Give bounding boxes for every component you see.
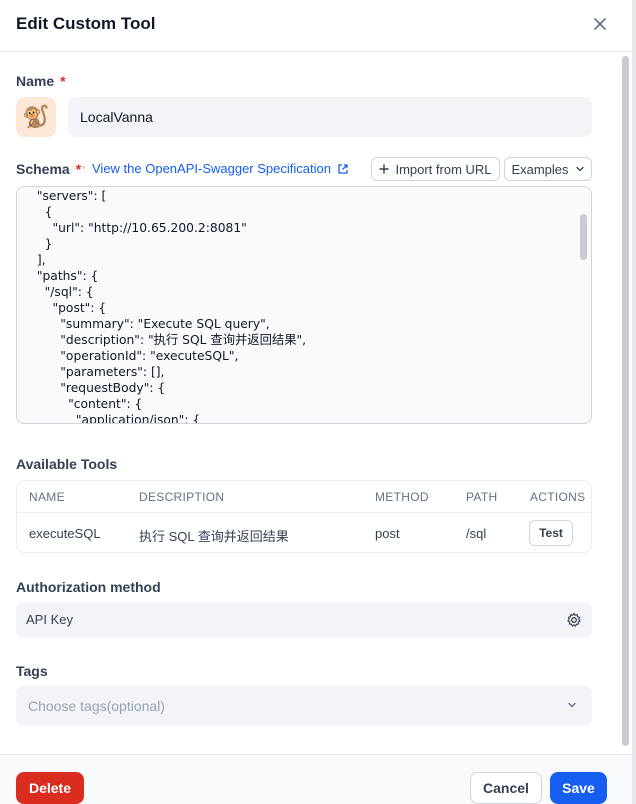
tags-label: Tags: [16, 663, 48, 679]
plus-icon: [379, 164, 390, 174]
close-button[interactable]: [590, 14, 610, 34]
import-button-label: Import from URL: [395, 161, 492, 177]
available-tools-label: Available Tools: [16, 456, 118, 472]
column-header-method: METHOD: [375, 490, 429, 504]
monkey-avatar-icon: 🐒: [22, 104, 50, 129]
chevron-down-icon: [575, 166, 584, 172]
schema-editor[interactable]: "servers": [ { "url": "http://10.65.200.…: [16, 186, 592, 424]
authorization-label: Authorization method: [16, 579, 161, 595]
window-edge: [632, 0, 636, 804]
edit-custom-tool-dialog: Edit Custom Tool Name * 🐒 LocalVanna Sche…: [0, 0, 632, 804]
dialog-title: Edit Custom Tool: [16, 14, 156, 33]
close-icon: [594, 18, 606, 30]
gear-icon[interactable]: [566, 612, 582, 628]
dialog-header: Edit Custom Tool: [0, 0, 632, 52]
column-header-name: NAME: [29, 490, 65, 504]
schema-code: "servers": [ { "url": "http://10.65.200.…: [36, 189, 307, 424]
cancel-button[interactable]: Cancel: [470, 772, 542, 804]
schema-editor-scrollbar[interactable]: [580, 214, 587, 260]
name-input[interactable]: LocalVanna: [68, 97, 592, 137]
import-from-url-button[interactable]: Import from URL: [371, 157, 500, 181]
tool-method-cell: post: [375, 526, 400, 541]
tools-table: NAME DESCRIPTION METHOD PATH ACTIONS exe…: [16, 480, 592, 553]
name-label: Name *: [16, 73, 66, 89]
tool-avatar[interactable]: 🐒: [16, 97, 56, 137]
external-link-icon: [338, 163, 348, 174]
chevron-down-icon: [568, 702, 576, 708]
tags-placeholder: Choose tags(optional): [28, 698, 165, 714]
save-button[interactable]: Save: [550, 772, 607, 804]
schema-label: Schema *: [16, 161, 82, 177]
test-tool-button[interactable]: Test: [529, 520, 573, 546]
column-header-description: DESCRIPTION: [139, 490, 225, 504]
tags-select[interactable]: Choose tags(optional): [16, 686, 592, 726]
column-header-actions: ACTIONS: [530, 490, 586, 504]
authorization-method-field[interactable]: API Key: [16, 602, 592, 638]
dialog-scrollbar[interactable]: [622, 56, 629, 746]
column-header-path: PATH: [466, 490, 498, 504]
delete-button[interactable]: Delete: [16, 772, 84, 804]
table-divider: [17, 512, 591, 513]
tool-description-cell: 执行 SQL 查询并返回结果: [139, 529, 289, 544]
examples-label: Examples: [511, 161, 569, 177]
examples-dropdown[interactable]: Examples: [504, 157, 592, 181]
spec-link-text: View the OpenAPI-Swagger Specification: [92, 161, 331, 176]
authorization-value: API Key: [26, 612, 73, 627]
separator-dot: [82, 166, 85, 169]
tool-path-cell: /sql: [466, 526, 487, 541]
tool-name-cell: executeSQL: [29, 526, 101, 541]
openapi-spec-link[interactable]: View the OpenAPI-Swagger Specification: [92, 161, 349, 176]
